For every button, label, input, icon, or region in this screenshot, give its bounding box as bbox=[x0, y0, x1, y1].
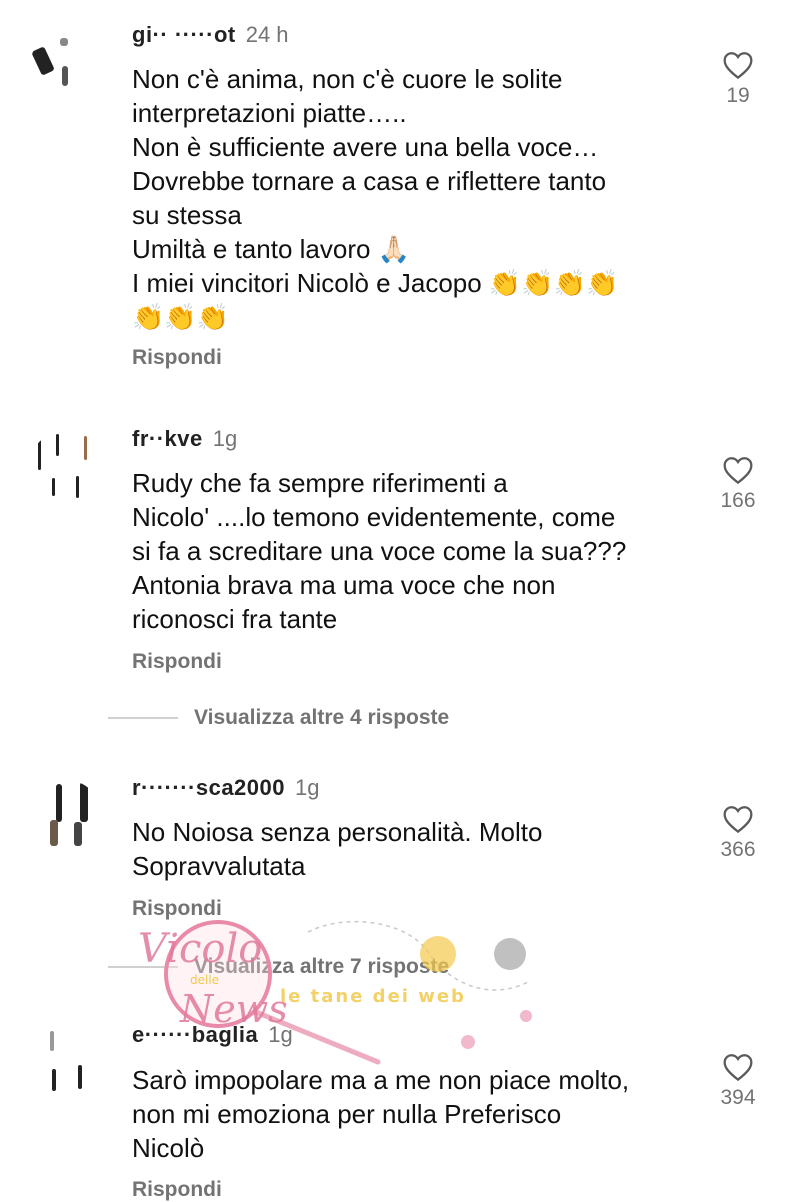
view-more-label: Visualizza altre 4 risposte bbox=[194, 706, 450, 729]
comment-text: Sarò impopolare ma a me non piace molto,… bbox=[132, 1065, 630, 1163]
username[interactable]: gi·· ·····ot bbox=[132, 22, 236, 47]
watermark: Vicolo delle News le tane dei web bbox=[108, 912, 548, 1082]
timestamp: 24 h bbox=[245, 22, 289, 47]
view-more-label: Visualizza altre 7 risposte bbox=[194, 955, 450, 978]
reply-button[interactable]: Rispondi bbox=[132, 1178, 222, 1202]
comment-header: fr··kve 1g bbox=[132, 426, 237, 452]
username[interactable]: r·······sca2000 bbox=[132, 775, 285, 800]
comment-header: r·······sca2000 1g bbox=[132, 775, 319, 801]
username[interactable]: fr··kve bbox=[132, 426, 203, 451]
timestamp: 1g bbox=[295, 775, 320, 800]
reply-button[interactable]: Rispondi bbox=[132, 650, 222, 674]
like-button[interactable]: 366 bbox=[710, 804, 766, 862]
comment-header: gi·· ·····ot 24 h bbox=[132, 22, 289, 48]
like-button[interactable]: 19 bbox=[710, 50, 766, 108]
like-count: 19 bbox=[726, 84, 750, 107]
comment-text: Non c'è anima, non c'è cuore le solite i… bbox=[132, 64, 619, 332]
like-count: 366 bbox=[720, 838, 756, 861]
reply-button[interactable]: Rispondi bbox=[132, 346, 222, 370]
view-more-replies[interactable]: Visualizza altre 7 risposte bbox=[108, 955, 449, 979]
like-count: 394 bbox=[720, 1086, 756, 1109]
heart-icon bbox=[723, 457, 753, 485]
view-more-replies[interactable]: Visualizza altre 4 risposte bbox=[108, 706, 449, 730]
timestamp: 1g bbox=[268, 1022, 293, 1047]
watermark-logo: Vicolo delle News le tane dei web bbox=[138, 920, 532, 1065]
reply-button[interactable]: Rispondi bbox=[132, 897, 222, 921]
heart-icon bbox=[723, 1054, 753, 1082]
heart-icon bbox=[723, 52, 753, 80]
like-button[interactable]: 166 bbox=[710, 455, 766, 513]
timestamp: 1g bbox=[212, 426, 238, 451]
divider-line bbox=[108, 717, 178, 720]
comment-text: No Noiosa senza personalità. Molto Sopra… bbox=[132, 817, 543, 881]
divider-line bbox=[108, 966, 178, 969]
username[interactable]: e······baglia bbox=[132, 1022, 258, 1047]
comment-text: Rudy che fa sempre riferimenti a Nicolo'… bbox=[132, 468, 627, 634]
like-button[interactable]: 394 bbox=[710, 1052, 766, 1110]
heart-icon bbox=[723, 806, 753, 834]
avatar[interactable] bbox=[30, 430, 102, 502]
avatar[interactable] bbox=[30, 780, 102, 852]
avatar[interactable] bbox=[30, 30, 102, 102]
avatar[interactable] bbox=[30, 1025, 102, 1097]
comment-header: e······baglia 1g bbox=[132, 1022, 293, 1048]
watermark-tagline: le tane dei web bbox=[280, 986, 466, 1007]
like-count: 166 bbox=[720, 489, 756, 512]
